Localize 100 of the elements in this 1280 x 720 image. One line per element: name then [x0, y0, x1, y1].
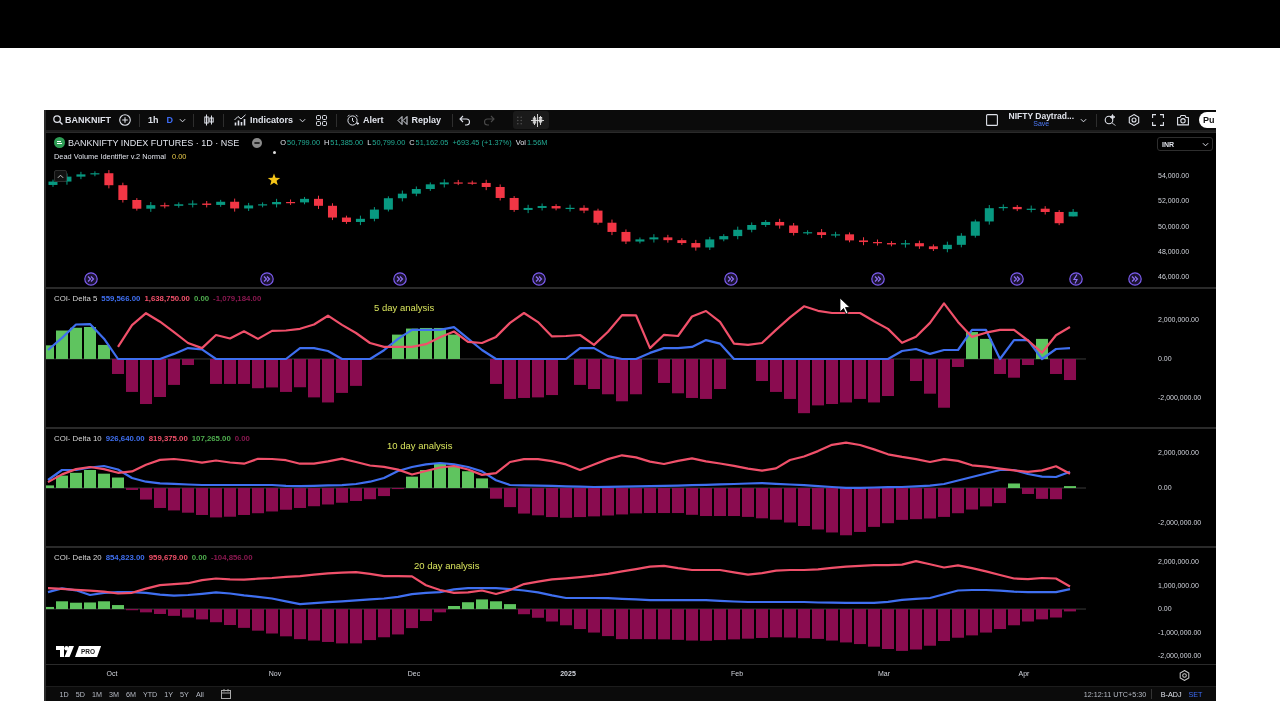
minus-circle-icon[interactable]	[252, 137, 263, 148]
camera-icon[interactable]	[1177, 114, 1189, 126]
candle	[733, 226, 743, 240]
chevron-up-icon	[57, 173, 64, 179]
star-icon	[267, 173, 281, 186]
chevron-circle-icon[interactable]	[1128, 272, 1142, 286]
calendar-icon[interactable]	[221, 689, 232, 699]
candle	[928, 243, 938, 252]
cursor-icon	[839, 297, 851, 315]
candle	[579, 204, 589, 214]
candle	[970, 219, 980, 239]
caret-icon[interactable]	[1080, 117, 1087, 123]
chevron-circle-icon[interactable]	[1010, 272, 1024, 286]
candle	[886, 240, 896, 247]
candle	[425, 181, 435, 192]
indicators-button[interactable]: Indicators	[234, 112, 294, 128]
settings-icon[interactable]	[1128, 114, 1140, 126]
rewind-icon	[396, 114, 408, 126]
candle	[761, 219, 771, 228]
caret-icon[interactable]	[299, 117, 307, 123]
collapse-button[interactable]	[54, 170, 67, 182]
candle	[355, 215, 365, 226]
chevron-circle-icon[interactable]	[393, 272, 407, 286]
candle	[817, 228, 827, 239]
layout-button[interactable]: NIFTY Daytrad...	[1008, 111, 1074, 121]
candle	[118, 182, 128, 203]
candle	[202, 200, 212, 208]
candle	[1054, 209, 1064, 226]
candle	[286, 199, 296, 206]
candle	[341, 215, 351, 225]
candle	[314, 195, 323, 210]
chevron-circle-icon[interactable]	[871, 272, 885, 286]
candle	[495, 183, 505, 201]
candle	[369, 206, 379, 222]
candle	[859, 236, 868, 246]
caret-icon	[1202, 141, 1209, 147]
candle	[411, 186, 421, 197]
alarm-clock-icon	[347, 114, 360, 126]
candle	[942, 241, 952, 253]
candle	[439, 178, 449, 188]
candle	[174, 201, 184, 209]
candle	[397, 190, 407, 202]
annotation-text: 5 day analysis	[374, 302, 435, 313]
chevron-circle-icon[interactable]	[724, 272, 738, 286]
candle	[272, 198, 282, 208]
symbol-logo-icon	[54, 137, 65, 148]
chevron-circle-icon[interactable]	[260, 272, 274, 286]
candle	[188, 199, 198, 208]
candle	[453, 179, 463, 186]
candle	[76, 171, 86, 180]
replay-button[interactable]: Replay	[396, 112, 442, 128]
symbol-search-button[interactable]: BANKNIFT	[53, 112, 111, 128]
candle	[1040, 205, 1050, 215]
candle	[873, 239, 882, 247]
interval-button[interactable]: D	[166, 112, 173, 128]
candle	[956, 232, 966, 248]
candle	[48, 179, 58, 188]
candle	[593, 208, 603, 226]
candle	[523, 204, 533, 214]
candle	[104, 169, 114, 189]
interval-button[interactable]: 1h	[148, 112, 159, 128]
candle	[328, 202, 337, 221]
grid-icon[interactable]	[316, 114, 328, 126]
candle	[481, 179, 491, 191]
candles-crosshair-icon[interactable]	[531, 113, 545, 127]
candle	[998, 203, 1008, 212]
candlestick-icon[interactable]	[203, 114, 215, 126]
candle	[509, 195, 519, 213]
drag-handle-icon[interactable]	[517, 115, 523, 125]
candle	[705, 236, 715, 251]
fullscreen-icon[interactable]	[1152, 114, 1164, 126]
candle	[775, 218, 785, 230]
candle	[537, 203, 547, 211]
candle	[90, 170, 100, 177]
candle	[551, 203, 561, 211]
magnifier-icon[interactable]	[1104, 114, 1116, 126]
settings-icon[interactable]	[1179, 670, 1190, 681]
undo-icon[interactable]	[459, 114, 472, 126]
alert-button[interactable]: Alert	[347, 112, 384, 128]
candle	[845, 231, 855, 243]
chevron-circle-icon[interactable]	[84, 272, 98, 286]
candle	[803, 229, 813, 236]
candle	[383, 195, 393, 212]
candle	[160, 202, 170, 209]
lightning-circle-icon[interactable]	[1069, 272, 1083, 286]
candle	[1026, 205, 1036, 213]
candle	[132, 197, 142, 212]
candle	[691, 239, 701, 252]
candle	[1068, 208, 1078, 217]
candle	[719, 233, 729, 242]
publish-button[interactable]: Pu	[1199, 112, 1216, 128]
caret-icon[interactable]	[179, 117, 186, 123]
candle	[900, 239, 910, 249]
candle	[300, 196, 310, 205]
plus-circle-icon[interactable]	[119, 114, 131, 126]
candle	[230, 198, 240, 213]
chevron-circle-icon[interactable]	[532, 272, 546, 286]
candle	[607, 219, 617, 236]
square-icon[interactable]	[985, 114, 998, 126]
candle	[1012, 204, 1022, 212]
